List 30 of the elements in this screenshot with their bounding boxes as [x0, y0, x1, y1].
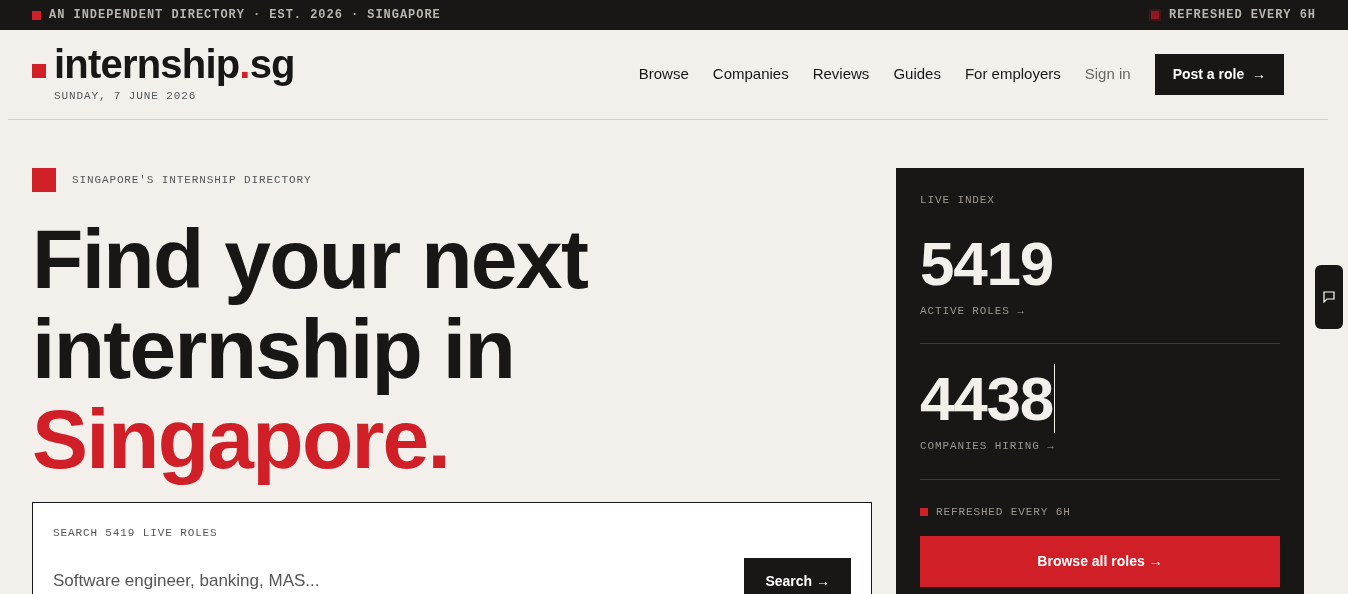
nav-link[interactable]: Companies	[712, 63, 789, 86]
refresh-note: REFRESHED EVERY 6H	[1169, 7, 1316, 24]
stat-value: 4438	[920, 364, 1055, 433]
search-button[interactable]: Search →	[744, 557, 851, 594]
date-text: SUNDAY, 7 JUNE 2026	[54, 89, 198, 105]
nav-link[interactable]: For employers	[964, 63, 1061, 86]
status-icon	[920, 507, 928, 516]
nav-link[interactable]: Reviews	[812, 63, 870, 86]
search-label: SEARCH 5419 LIVE ROLES	[53, 526, 219, 541]
browse-button[interactable]: Browse all roles →	[920, 536, 1280, 587]
tagline-text: AN INDEPENDENT DIRECTORY · EST. 2026 · SINGAPORE	[49, 7, 441, 24]
square-icon	[32, 10, 41, 20]
refresh-note: REFRESHED EVERY 6H	[936, 504, 1071, 520]
eyebrow-text: SINGAPORE'S INTERNSHIP DIRECTORY	[72, 172, 312, 188]
square-icon	[32, 168, 56, 192]
headline: Find your next internship in Singapore.	[32, 214, 589, 484]
nav-link[interactable]: Sign in	[1084, 63, 1131, 86]
stat-link[interactable]: ACTIVE ROLES →	[920, 302, 1280, 319]
chat-icon	[1323, 291, 1335, 303]
stat-value: 5419	[920, 228, 1053, 298]
nav-link[interactable]: Guides	[893, 63, 941, 86]
post-role-button[interactable]: Post a role →	[1154, 54, 1284, 95]
feedback-button[interactable]	[1315, 265, 1343, 329]
status-icon	[1149, 9, 1162, 21]
panel-title: LIVE INDEX	[920, 193, 996, 208]
logo-icon	[32, 64, 46, 79]
search-field[interactable]: Software engineer, banking, MAS...	[53, 568, 745, 594]
nav-link[interactable]: Browse	[638, 63, 689, 86]
logo[interactable]: internship.sg	[54, 44, 295, 85]
stat-link[interactable]: COMPANIES HIRING →	[920, 438, 1280, 455]
